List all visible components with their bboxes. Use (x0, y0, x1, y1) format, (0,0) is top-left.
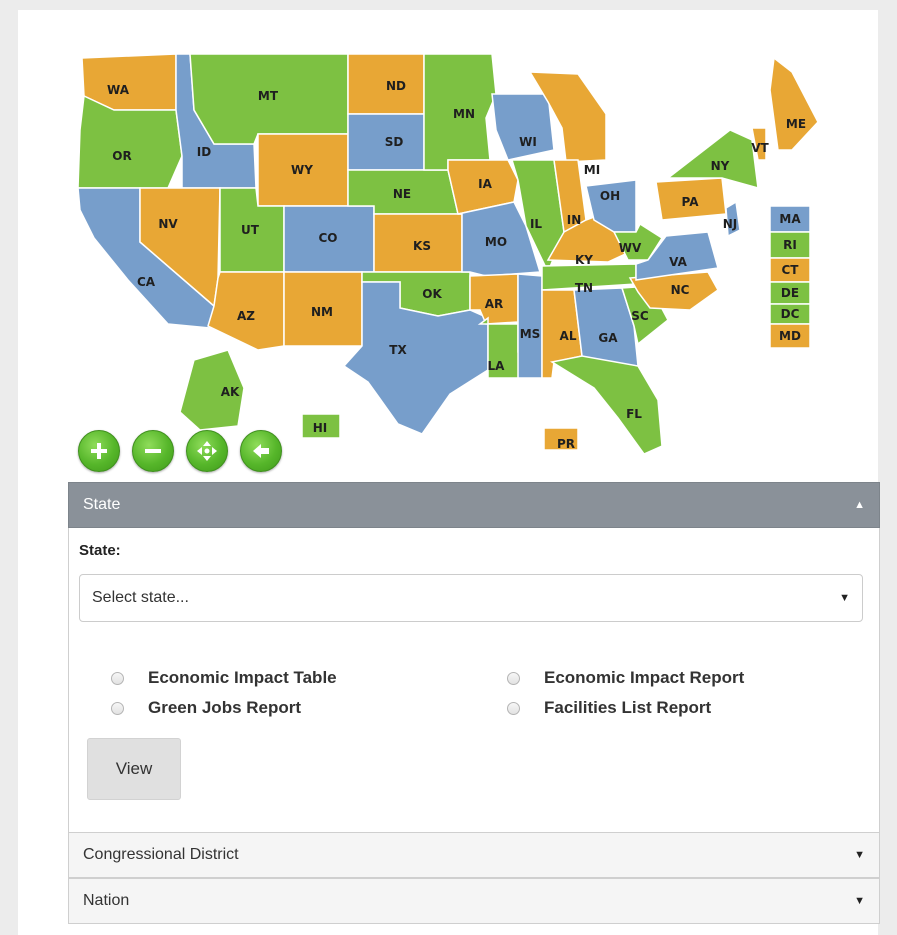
state-label-wa: WA (107, 83, 130, 97)
state-label-ut: UT (241, 223, 260, 237)
radio-label: Green Jobs Report (148, 698, 302, 717)
state-label-nd: ND (386, 79, 406, 93)
state-label-or: OR (112, 149, 131, 163)
state-label-wv: WV (619, 241, 642, 255)
nation-panel-header[interactable]: Nation ▼ (68, 878, 880, 924)
state-label-pa: PA (682, 195, 700, 209)
state-shape-ms[interactable] (517, 273, 543, 379)
radio-label: Economic Impact Report (544, 668, 745, 687)
radio-green-jobs-report[interactable]: Green Jobs Report (111, 698, 301, 718)
content-card: WA OR CA ID NV MT WY UT AZ CO NM ND SD NE KS OK TX MN IA MO… (18, 10, 880, 935)
state-label-il: IL (530, 217, 542, 231)
state-label-ks: KS (413, 239, 431, 253)
congressional-district-title: Congressional District (83, 846, 239, 863)
state-label-ca: CA (137, 275, 156, 289)
state-label-nv: NV (158, 217, 178, 231)
map-canvas[interactable]: WA OR CA ID NV MT WY UT AZ CO NM ND SD NE KS OK TX MN IA MO… (18, 10, 878, 480)
back-arrow-icon[interactable] (240, 430, 282, 472)
state-shape-me[interactable] (769, 56, 819, 151)
state-label-ok: OK (422, 287, 442, 301)
us-state-map[interactable]: WA OR CA ID NV MT WY UT AZ CO NM ND SD NE KS OK TX MN IA MO… (18, 10, 878, 480)
radio-button[interactable] (111, 671, 124, 685)
state-label-mo: MO (485, 235, 507, 249)
state-label-tx: TX (389, 343, 407, 357)
state-label-ri: RI (783, 238, 797, 252)
state-shape-or[interactable] (77, 94, 183, 189)
state-label-ma: MA (779, 212, 801, 226)
state-label-sc: SC (631, 309, 649, 323)
state-label-md: MD (779, 329, 801, 343)
nation-title: Nation (83, 892, 130, 909)
state-label-ia: IA (478, 177, 492, 191)
state-label-va: VA (669, 255, 687, 269)
state-shape-wi[interactable] (491, 93, 555, 161)
view-button[interactable]: View (87, 738, 181, 800)
state-label-mi: MI (584, 163, 600, 177)
state-label-pr: PR (557, 437, 575, 451)
state-label-nc: NC (671, 283, 690, 297)
radio-facilities-list-report[interactable]: Facilities List Report (507, 698, 711, 718)
radio-button[interactable] (507, 671, 520, 685)
state-panel-header[interactable]: State ▲ (68, 482, 880, 528)
collapse-arrow-icon: ▲ (854, 499, 865, 511)
state-label-az: AZ (237, 309, 255, 323)
state-label-dc: DC (781, 307, 800, 321)
state-select[interactable]: Select state... ▼ (79, 574, 863, 622)
state-label-me: ME (786, 117, 806, 131)
radio-label: Facilities List Report (544, 698, 712, 717)
state-panel-body: State: Select state... ▼ Economic Impact… (68, 528, 880, 832)
zoom-out-icon[interactable] (132, 430, 174, 472)
state-label-la: LA (488, 359, 506, 373)
expand-arrow-icon: ▼ (854, 849, 865, 861)
state-select-value: Select state... (92, 589, 189, 606)
radio-economic-impact-report[interactable]: Economic Impact Report (507, 668, 744, 688)
state-label-wy: WY (291, 163, 313, 177)
state-label-co: CO (318, 231, 337, 245)
state-label-wi: WI (519, 135, 537, 149)
state-label-fl: FL (626, 407, 642, 421)
state-label-al: AL (560, 329, 577, 343)
pan-icon[interactable] (186, 430, 228, 472)
state-label-tn: TN (575, 281, 593, 295)
state-label-in: IN (567, 213, 582, 227)
state-panel-title: State (83, 496, 121, 513)
state-label-vt: VT (751, 141, 769, 155)
state-label-ms: MS (520, 327, 541, 341)
dropdown-arrow-icon: ▼ (839, 592, 850, 604)
state-label-nm: NM (311, 305, 333, 319)
radio-button[interactable] (507, 701, 520, 715)
state-label-ga: GA (598, 331, 618, 345)
radio-economic-impact-table[interactable]: Economic Impact Table (111, 668, 337, 688)
state-label-de: DE (781, 286, 799, 300)
state-label-ct: CT (782, 263, 800, 277)
radio-button[interactable] (111, 701, 124, 715)
state-label-oh: OH (600, 189, 620, 203)
state-label-ak: AK (221, 385, 240, 399)
state-label-nj: NJ (723, 217, 738, 231)
zoom-in-icon[interactable] (78, 430, 120, 472)
expand-arrow-icon: ▼ (854, 895, 865, 907)
state-label-id: ID (197, 145, 211, 159)
state-label-ne: NE (393, 187, 411, 201)
state-label-mn: MN (453, 107, 475, 121)
state-label-sd: SD (385, 135, 404, 149)
state-label-ky: KY (575, 253, 593, 267)
state-field-label: State: (79, 542, 121, 559)
state-label-ny: NY (711, 159, 730, 173)
state-label-ar: AR (485, 297, 504, 311)
congressional-district-panel-header[interactable]: Congressional District ▼ (68, 832, 880, 878)
state-label-mt: MT (258, 89, 279, 103)
state-label-hi: HI (313, 421, 328, 435)
radio-label: Economic Impact Table (148, 668, 337, 687)
